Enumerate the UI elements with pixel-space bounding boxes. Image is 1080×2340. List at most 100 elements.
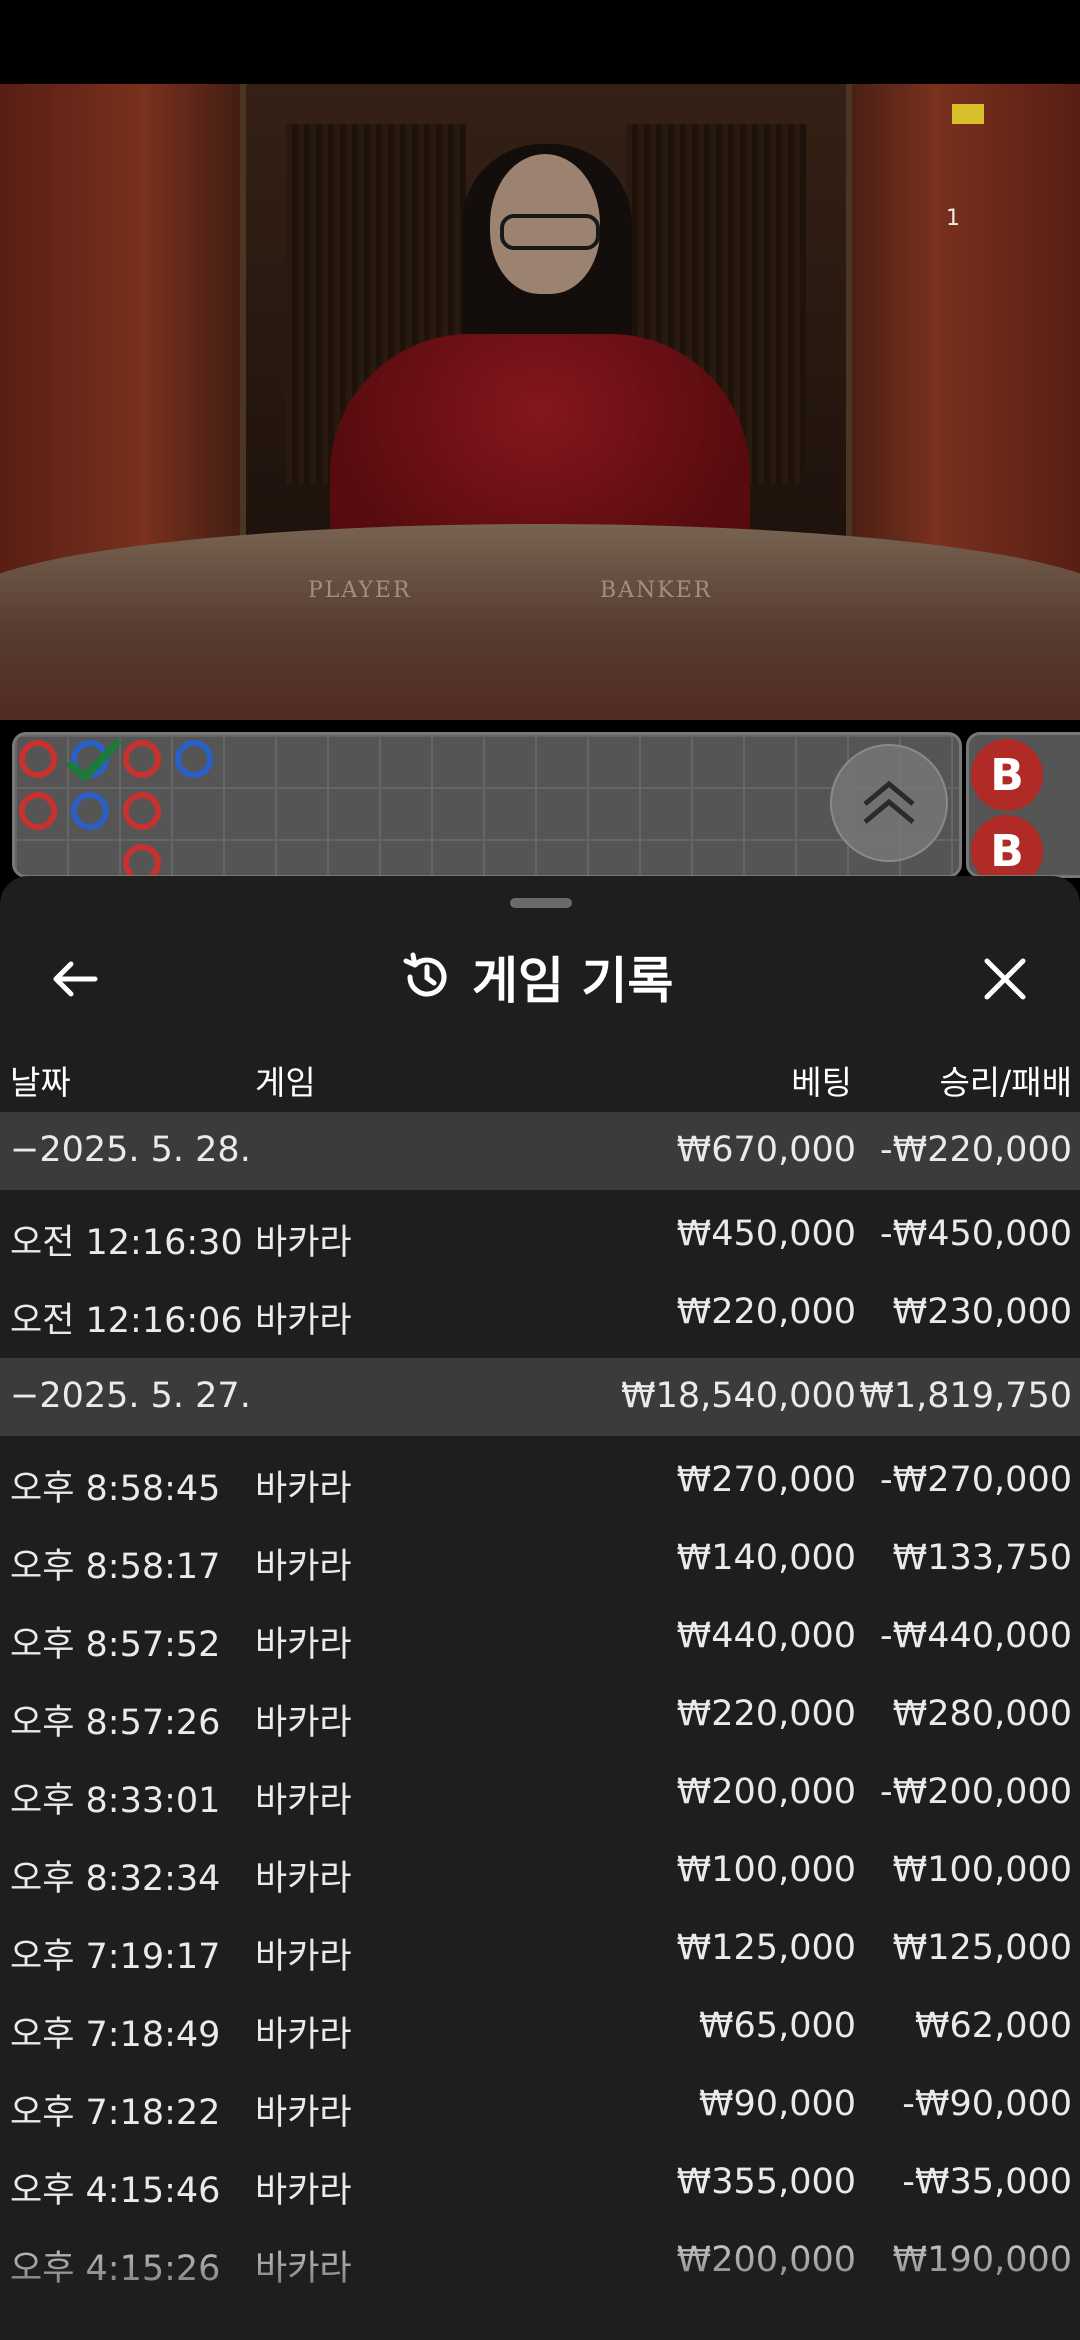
record-winloss: -₩35,000	[902, 2162, 1072, 2202]
back-button[interactable]	[40, 944, 110, 1014]
record-row[interactable]: 오후 8:58:45 바카라 ₩270,000 -₩270,000	[0, 1442, 1080, 1520]
record-game: 바카라	[255, 1703, 352, 1743]
sheet-title-group: 게임 기록	[400, 942, 673, 1012]
record-game: 바카라	[255, 1781, 352, 1821]
record-winloss: -₩220,000	[880, 1130, 1072, 1170]
record-bet: ₩450,000	[676, 1214, 856, 1254]
record-date: 오후 7:19:17	[10, 1937, 221, 1977]
record-winloss: ₩62,000	[914, 2006, 1072, 2046]
record-date: 오후 7:18:49	[10, 2015, 221, 2055]
record-date: 오전 12:16:06	[10, 1301, 243, 1341]
record-date: 오후 8:58:17	[10, 1547, 221, 1587]
record-date: 오후 8:57:52	[10, 1625, 221, 1665]
record-date: 오후 4:15:26	[10, 2249, 221, 2289]
record-date: 오후 8:32:34	[10, 1859, 221, 1899]
record-row[interactable]: 오후 7:18:22 바카라 ₩90,000 -₩90,000	[0, 2066, 1080, 2144]
corner-number: 1	[946, 206, 960, 231]
record-date: 오후 7:18:22	[10, 2093, 221, 2133]
record-row[interactable]: 오후 8:57:26 바카라 ₩220,000 ₩280,000	[0, 1676, 1080, 1754]
road-ring-player	[175, 740, 213, 778]
record-bet: ₩270,000	[676, 1460, 856, 1500]
road-dot-banker: B	[971, 815, 1043, 875]
record-row[interactable]: 오후 8:33:01 바카라 ₩200,000 -₩200,000	[0, 1754, 1080, 1832]
record-bet: ₩355,000	[676, 2162, 856, 2202]
record-winloss: ₩230,000	[892, 1292, 1072, 1332]
record-game: 바카라	[255, 1469, 352, 1509]
record-game: 바카라	[255, 2093, 352, 2133]
record-date: 오후 4:15:46	[10, 2171, 221, 2211]
video-dim-overlay	[0, 84, 1080, 720]
record-date: −2025. 5. 28.	[10, 1130, 251, 1170]
road-dot-banker: B	[971, 739, 1043, 811]
record-winloss: -₩200,000	[880, 1772, 1072, 1812]
live-video[interactable]: PLAYER BANKER 1	[0, 84, 1080, 720]
record-winloss: ₩100,000	[892, 1850, 1072, 1890]
record-row[interactable]: 오후 7:18:49 바카라 ₩65,000 ₩62,000	[0, 1988, 1080, 2066]
record-game: 바카라	[255, 1937, 352, 1977]
record-row[interactable]: 오후 8:58:17 바카라 ₩140,000 ₩133,750	[0, 1520, 1080, 1598]
history-list[interactable]: −2025. 5. 28. ₩670,000 -₩220,000 오전 12:16:3…	[0, 1112, 1080, 2300]
record-game: 바카라	[255, 2171, 352, 2211]
road-ring-banker	[123, 792, 161, 830]
status-bar	[0, 0, 1080, 84]
record-row[interactable]: 오후 4:15:46 바카라 ₩355,000 -₩35,000	[0, 2144, 1080, 2222]
record-row[interactable]: 오후 4:15:26 바카라 ₩200,000 ₩190,000	[0, 2222, 1080, 2300]
record-winloss: -₩450,000	[880, 1214, 1072, 1254]
record-game: 바카라	[255, 1547, 352, 1587]
arrow-left-icon	[53, 961, 98, 997]
record-bet: ₩18,540,000	[620, 1376, 856, 1416]
double-chevron-up-icon	[863, 780, 915, 824]
record-game: 바카라	[255, 1223, 352, 1263]
sheet-title: 게임 기록	[472, 952, 674, 1010]
record-row[interactable]: 오전 12:16:30 바카라 ₩450,000 -₩450,000	[0, 1196, 1080, 1274]
record-date: 오후 8:33:01	[10, 1781, 221, 1821]
record-game: 바카라	[255, 1859, 352, 1899]
record-bet: ₩200,000	[676, 2240, 856, 2280]
record-row[interactable]: 오후 8:32:34 바카라 ₩100,000 ₩100,000	[0, 1832, 1080, 1910]
record-bet: ₩90,000	[698, 2084, 856, 2124]
flag-marker	[952, 104, 984, 124]
record-winloss: ₩190,000	[892, 2240, 1072, 2280]
record-bet: ₩125,000	[676, 1928, 856, 1968]
record-date: 오후 8:58:45	[10, 1469, 221, 1509]
record-game: 바카라	[255, 2015, 352, 2055]
record-date: −2025. 5. 27.	[10, 1376, 251, 1416]
road-ring-banker	[19, 740, 57, 778]
sheet-header: 게임 기록	[0, 922, 1080, 1032]
road-ring-banker	[123, 844, 161, 875]
record-game: 바카라	[255, 2249, 352, 2289]
road-ring-banker	[19, 792, 57, 830]
record-game: 바카라	[255, 1301, 352, 1341]
bead-road[interactable]	[12, 732, 962, 878]
record-winloss: ₩280,000	[892, 1694, 1072, 1734]
date-group-row[interactable]: −2025. 5. 28. ₩670,000 -₩220,000	[0, 1112, 1080, 1190]
record-bet: ₩65,000	[698, 2006, 856, 2046]
record-winloss: -₩440,000	[880, 1616, 1072, 1656]
record-bet: ₩220,000	[676, 1694, 856, 1734]
table-header: 날짜 게임 베팅 승리/패배	[0, 1042, 1080, 1108]
record-row[interactable]: 오전 12:16:06 바카라 ₩220,000 ₩230,000	[0, 1274, 1080, 1352]
record-game: 바카라	[255, 1625, 352, 1665]
record-bet: ₩140,000	[676, 1538, 856, 1578]
close-button[interactable]	[970, 944, 1040, 1014]
record-row[interactable]: 오후 7:19:17 바카라 ₩125,000 ₩125,000	[0, 1910, 1080, 1988]
record-date: 오후 8:57:26	[10, 1703, 221, 1743]
column-bet: 베팅	[791, 1063, 852, 1102]
record-bet: ₩670,000	[676, 1130, 856, 1170]
road-check-icon	[67, 739, 121, 781]
column-date: 날짜	[10, 1063, 71, 1102]
record-winloss: ₩133,750	[892, 1538, 1072, 1578]
record-bet: ₩100,000	[676, 1850, 856, 1890]
record-date: 오전 12:16:30	[10, 1223, 243, 1263]
expand-roadmap-button[interactable]	[830, 744, 948, 862]
close-icon	[984, 958, 1026, 1000]
date-group-row[interactable]: −2025. 5. 27. ₩18,540,000 ₩1,819,750	[0, 1358, 1080, 1436]
record-row[interactable]: 오후 8:57:52 바카라 ₩440,000 -₩440,000	[0, 1598, 1080, 1676]
history-icon	[403, 952, 447, 997]
road-ring-banker	[123, 740, 161, 778]
big-road[interactable]: B B	[966, 732, 1080, 878]
record-winloss: -₩90,000	[902, 2084, 1072, 2124]
column-winloss: 승리/패배	[939, 1063, 1072, 1102]
sheet-drag-handle[interactable]	[510, 898, 572, 908]
record-winloss: -₩270,000	[880, 1460, 1072, 1500]
